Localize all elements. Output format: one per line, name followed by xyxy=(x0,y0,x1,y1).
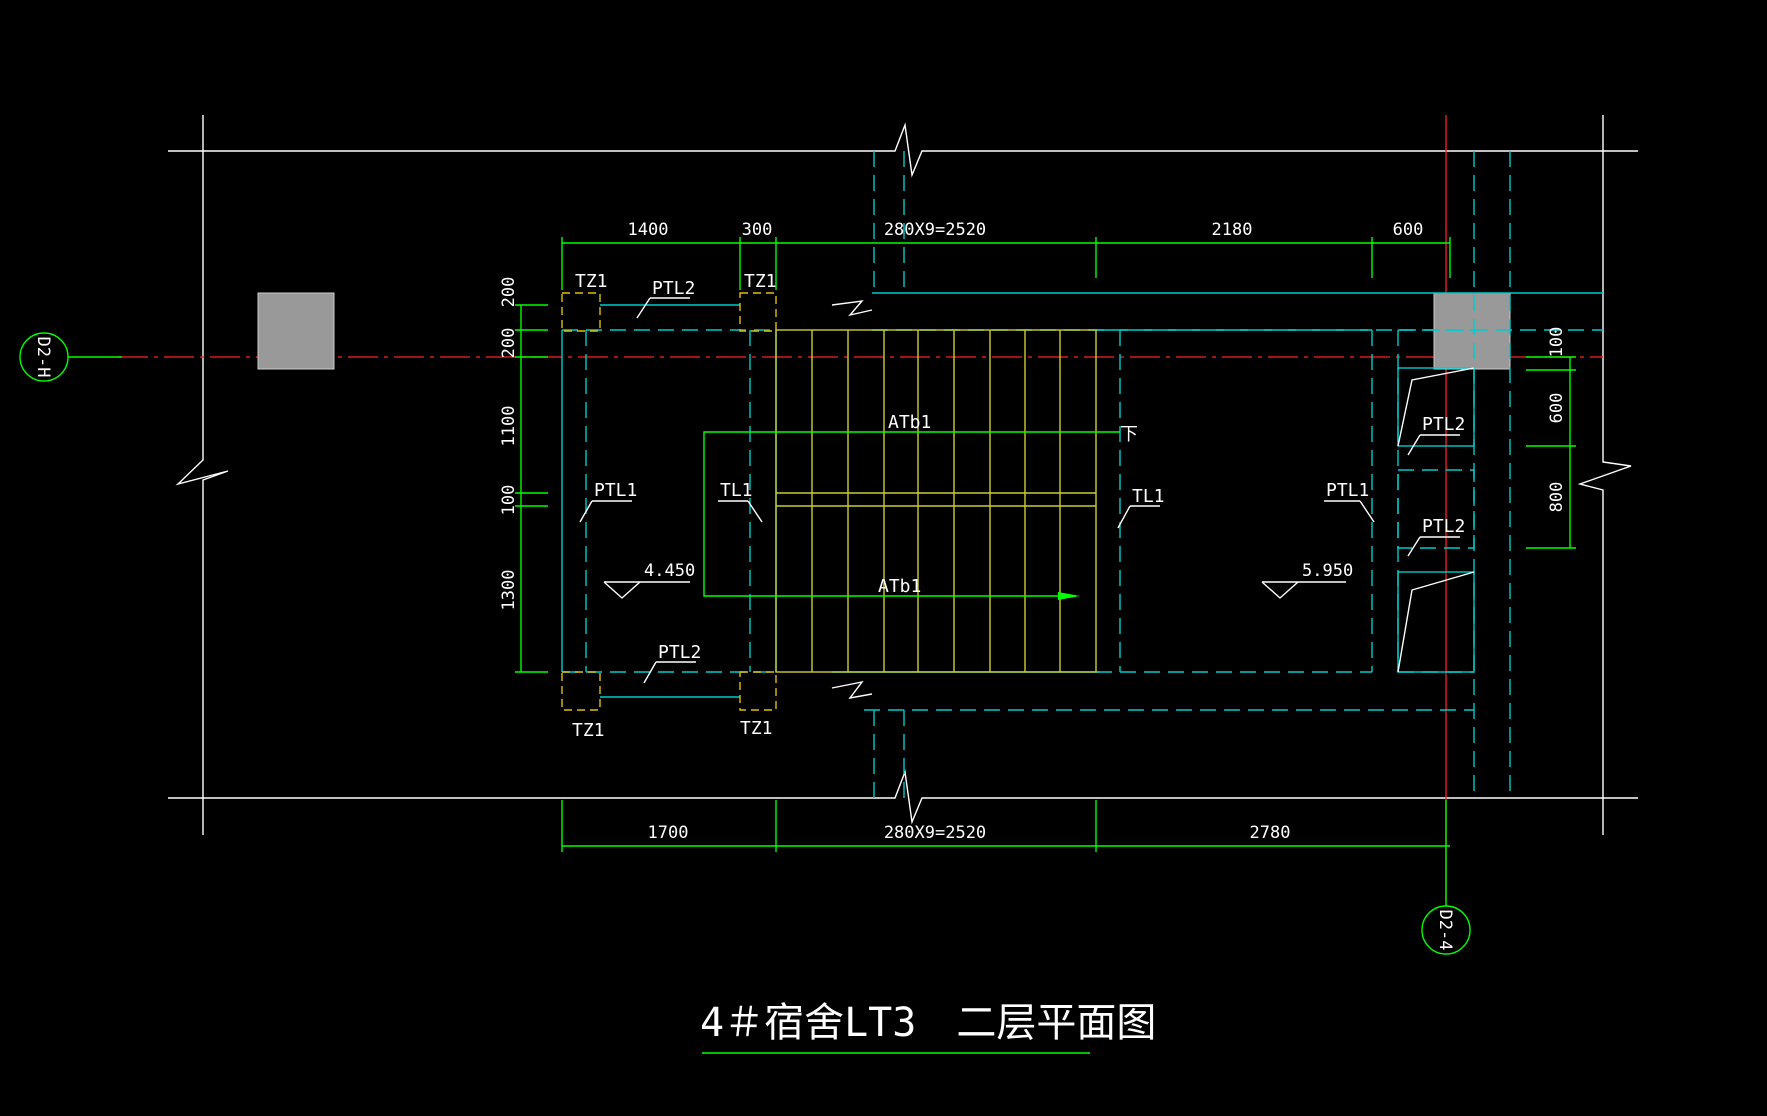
stair-direction-arrow xyxy=(703,431,1120,600)
right-dim-text-3: 800 xyxy=(1547,482,1567,513)
label-atb1-lower: ATb1 xyxy=(878,576,921,597)
label-tz1-bottom-left: TZ1 xyxy=(572,720,605,741)
label-ptl2-bottom: PTL2 xyxy=(658,642,701,663)
bottom-dim-text-2: 280X9=2520 xyxy=(884,823,986,843)
elevation-mark-left: 4.450 xyxy=(603,561,695,599)
cad-drawing-canvas: 1400 300 280X9=2520 2180 600 1700 280X9=… xyxy=(19,115,1638,1054)
left-dim-text-1: 200 xyxy=(499,277,519,308)
top-dim-text-5: 600 xyxy=(1393,220,1424,240)
bottom-dimension-line xyxy=(561,800,1450,852)
label-tz1-top-right: TZ1 xyxy=(744,271,777,292)
right-dimension-line xyxy=(1526,356,1576,549)
axis-label-left: D2-H xyxy=(33,337,53,378)
stair-flights xyxy=(775,329,1097,673)
column-right xyxy=(1433,292,1511,370)
walls xyxy=(561,151,1603,798)
axis-bubble-bottom: D2-4 xyxy=(1421,852,1471,955)
column-left xyxy=(257,292,335,370)
left-dim-text-2: 200 xyxy=(499,328,519,359)
drawing-title: 4＃宿舍LT3 二层平面图 xyxy=(700,1000,1156,1046)
left-dim-text-3: 1100 xyxy=(499,406,519,447)
label-down: 下 xyxy=(1120,424,1138,445)
right-dim-text-1: 100 xyxy=(1547,327,1567,358)
label-tz1-top-left: TZ1 xyxy=(575,271,608,292)
label-tl1-left: TL1 xyxy=(720,480,753,501)
label-ptl1-left: PTL1 xyxy=(594,480,637,501)
axis-label-bottom: D2-4 xyxy=(1435,910,1455,951)
axis-lines xyxy=(118,115,1603,900)
top-dim-text-4: 2180 xyxy=(1212,220,1253,240)
elevation-text-left: 4.450 xyxy=(644,561,695,581)
top-dim-text-1: 1400 xyxy=(628,220,669,240)
right-dim-text-2: 600 xyxy=(1547,393,1567,424)
label-tl1-right: TL1 xyxy=(1132,486,1165,507)
left-dim-text-5: 1300 xyxy=(499,570,519,611)
label-ptl2-right-bottom: PTL2 xyxy=(1422,516,1465,537)
label-atb1-upper: ATb1 xyxy=(888,412,931,433)
elevation-text-right: 5.950 xyxy=(1302,561,1353,581)
left-dimension-line xyxy=(515,304,548,673)
bottom-dim-text-3: 2780 xyxy=(1250,823,1291,843)
top-dim-text-2: 300 xyxy=(742,220,773,240)
elevation-mark-right: 5.950 xyxy=(1261,561,1353,599)
bottom-dim-text-1: 1700 xyxy=(648,823,689,843)
label-tz1-bottom-right: TZ1 xyxy=(740,718,773,739)
top-dim-text-3: 280X9=2520 xyxy=(884,220,986,240)
label-ptl2-top: PTL2 xyxy=(652,278,695,299)
left-dim-text-4: 100 xyxy=(499,485,519,516)
label-ptl1-right: PTL1 xyxy=(1326,480,1369,501)
axis-bubble-left: D2-H xyxy=(19,332,122,382)
label-ptl2-right-top: PTL2 xyxy=(1422,414,1465,435)
